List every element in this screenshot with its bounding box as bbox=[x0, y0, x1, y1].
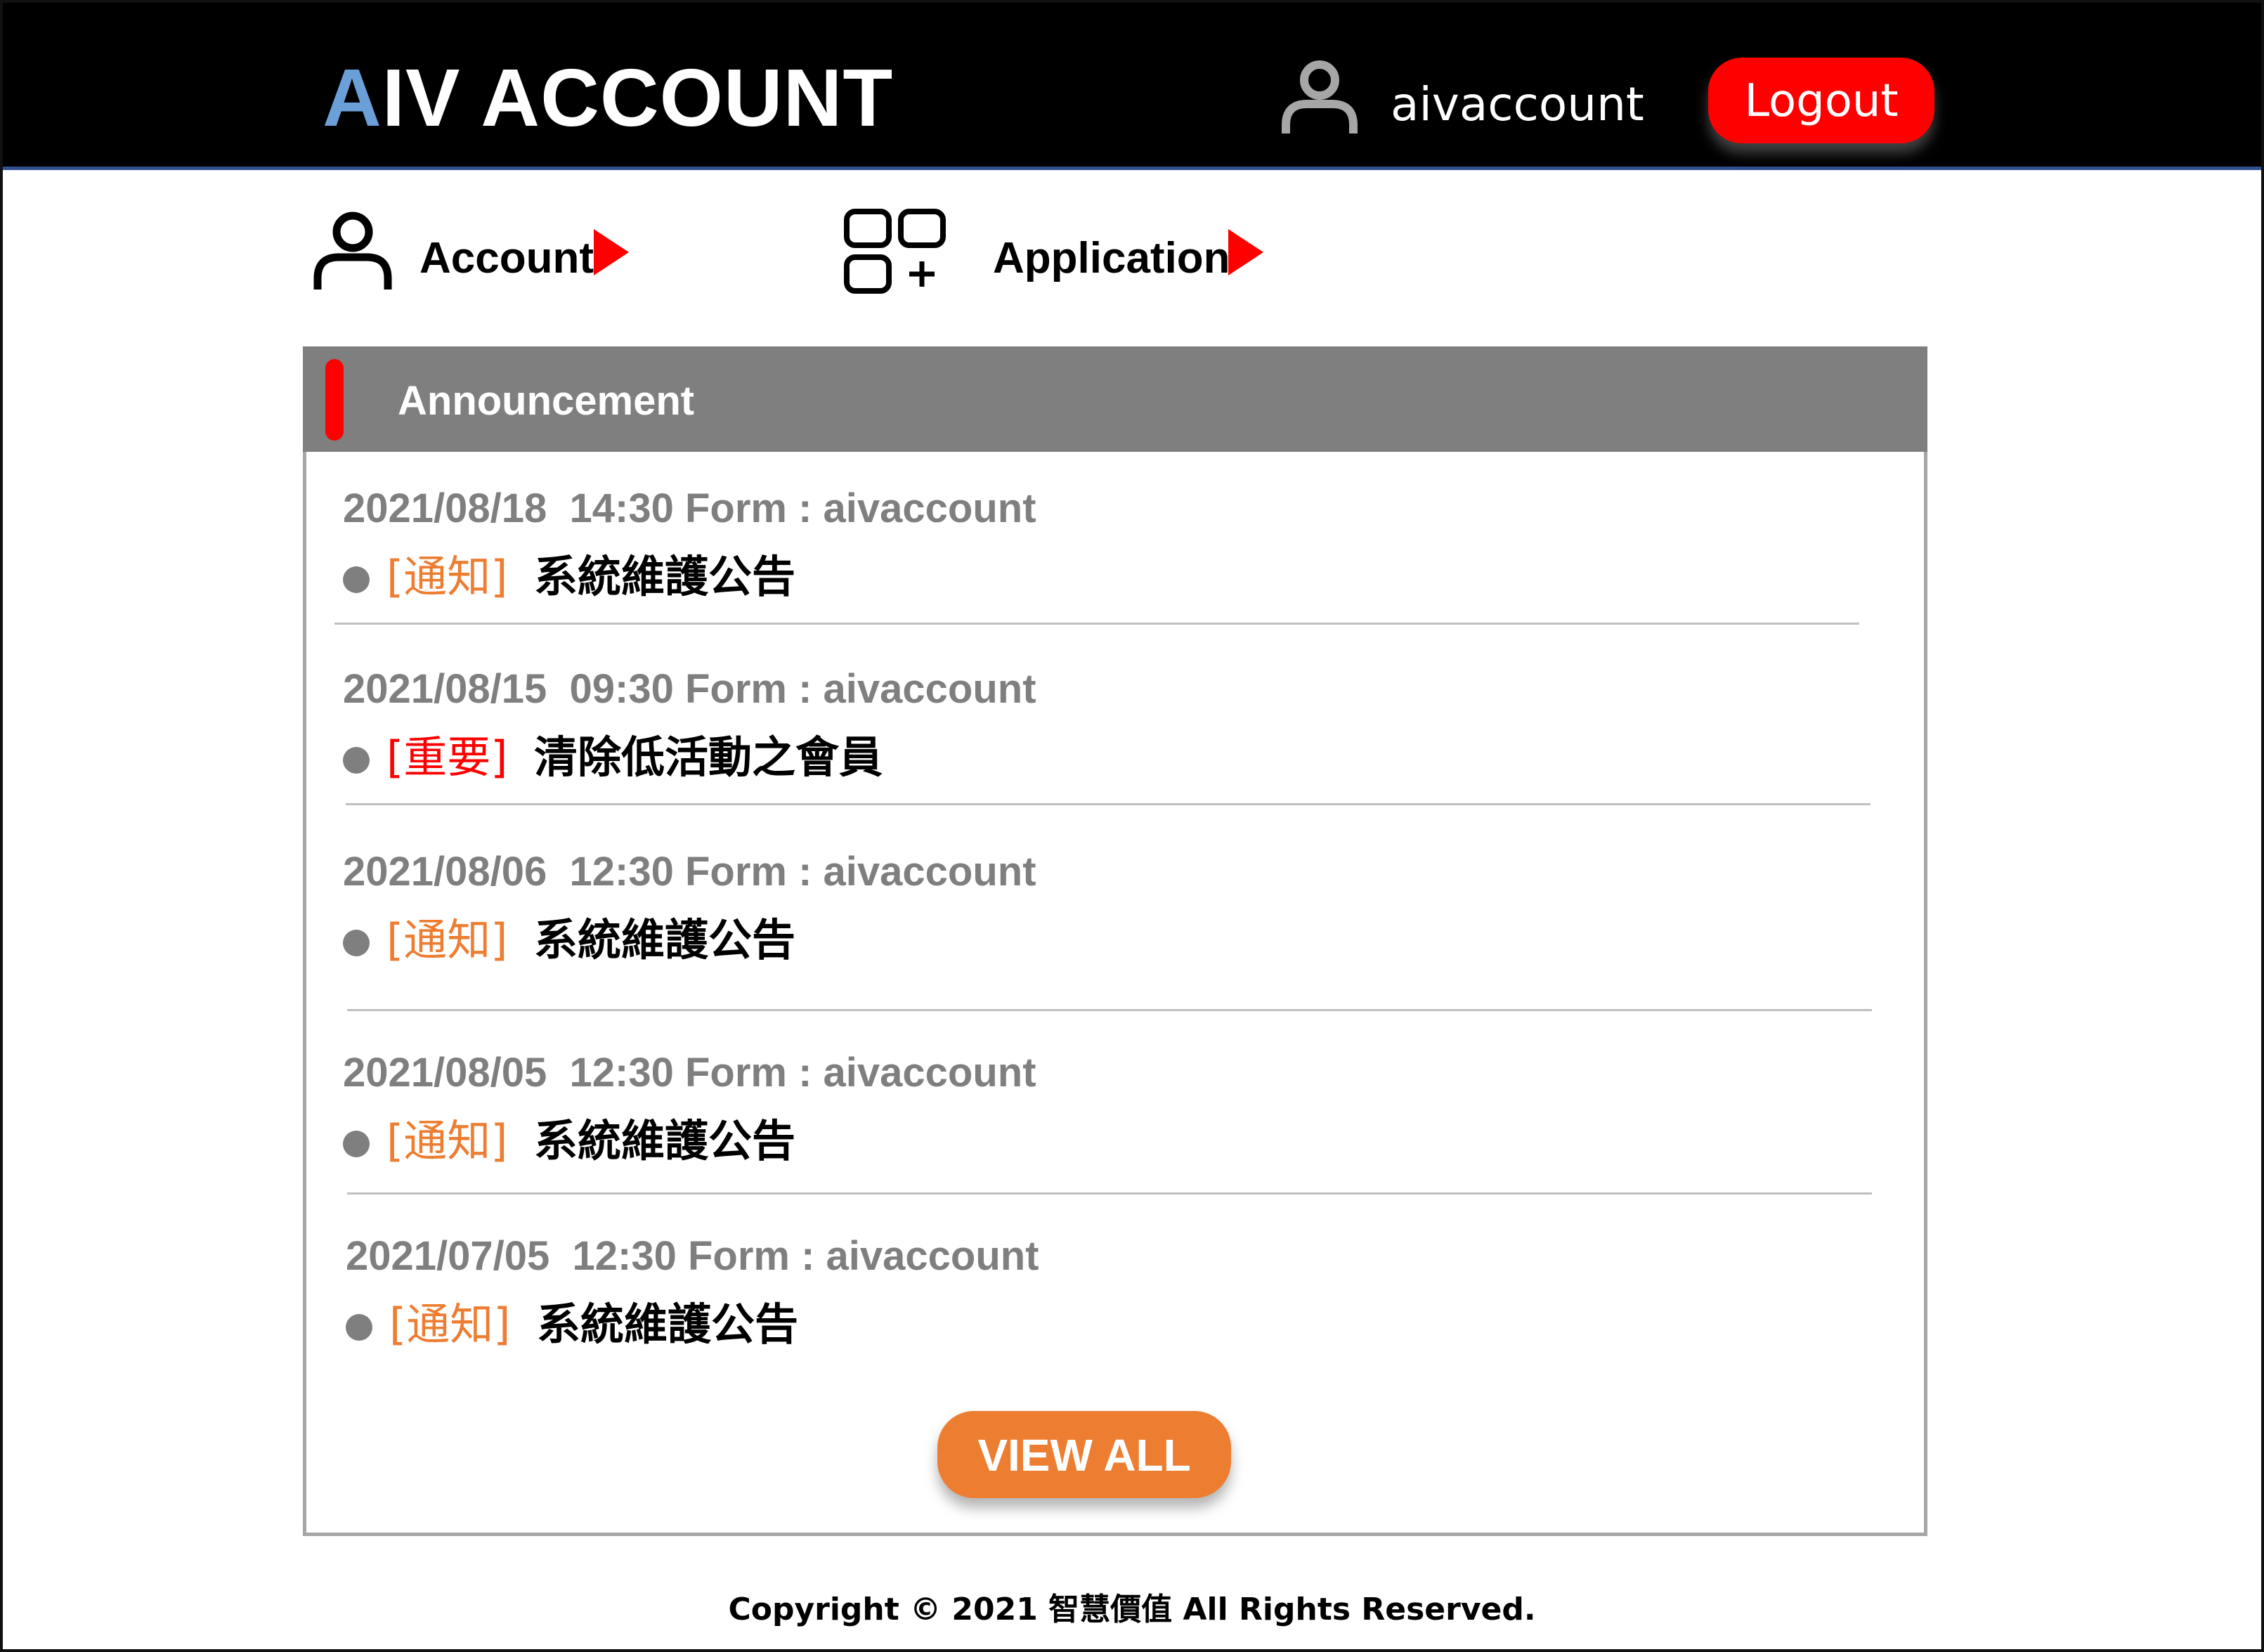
divider bbox=[347, 1009, 1872, 1011]
nav-application-label: Application bbox=[993, 234, 1230, 282]
announcement-header: Announcement bbox=[303, 346, 1927, 452]
announcement-tag: [通知] bbox=[386, 1115, 508, 1166]
announcement-meta: 2021/08/18 14:30 Form : aivaccount bbox=[343, 486, 1036, 531]
view-all-button[interactable]: VIEW ALL bbox=[937, 1411, 1231, 1498]
nav-application[interactable]: Application bbox=[843, 204, 1279, 309]
logout-button[interactable]: Logout bbox=[1708, 58, 1934, 143]
user-icon bbox=[313, 212, 392, 290]
user-icon bbox=[1282, 60, 1358, 134]
announcement-meta: 2021/08/06 12:30 Form : aivaccount bbox=[343, 849, 1036, 895]
brand-name: IV ACCOUNT bbox=[382, 52, 894, 143]
announcement-tag: [通知] bbox=[389, 1299, 511, 1350]
username-label: aivaccount bbox=[1391, 77, 1644, 131]
divider bbox=[347, 1192, 1872, 1195]
announcement-title: Announcement bbox=[398, 378, 695, 424]
bullet-icon bbox=[343, 566, 370, 593]
nav-account[interactable]: Account bbox=[313, 204, 650, 309]
bullet-icon bbox=[343, 930, 370, 956]
nav-account-label: Account bbox=[419, 234, 594, 282]
play-arrow-icon bbox=[594, 229, 629, 275]
top-header: AIV ACCOUNT aivaccount Logout bbox=[3, 3, 2261, 170]
bullet-icon bbox=[343, 747, 370, 774]
bullet-icon bbox=[343, 1131, 370, 1157]
announcement-title-text: 清除低活動之會員 bbox=[534, 731, 883, 783]
announcement-title-text: 系統維護公告 bbox=[534, 551, 796, 602]
announcement-title-text: 系統維護公告 bbox=[537, 1299, 799, 1350]
announcement-meta: 2021/08/15 09:30 Form : aivaccount bbox=[343, 666, 1036, 712]
divider bbox=[334, 623, 1859, 625]
brand-logo[interactable]: AIV ACCOUNT bbox=[323, 52, 893, 143]
apps-add-icon bbox=[844, 209, 946, 294]
announcement-marker bbox=[325, 359, 344, 441]
announcement-meta: 2021/07/05 12:30 Form : aivaccount bbox=[346, 1233, 1039, 1279]
announcement-title-text: 系統維護公告 bbox=[534, 1115, 796, 1166]
brand-accent-letter: A bbox=[323, 52, 382, 143]
divider bbox=[346, 803, 1871, 805]
announcement-list: 2021/08/18 14:30 Form : aivaccount [通知] … bbox=[303, 452, 1927, 1536]
announcement-meta: 2021/08/05 12:30 Form : aivaccount bbox=[343, 1050, 1036, 1095]
announcement-tag: [重要] bbox=[386, 731, 508, 783]
announcement-title-text: 系統維護公告 bbox=[534, 914, 796, 965]
announcement-tag: [通知] bbox=[386, 914, 508, 965]
play-arrow-icon bbox=[1228, 229, 1263, 275]
announcement-tag: [通知] bbox=[386, 551, 508, 602]
bullet-icon bbox=[346, 1314, 372, 1341]
footer-copyright: Copyright © 2021 智慧價值 All Rights Reserve… bbox=[728, 1592, 1536, 1627]
